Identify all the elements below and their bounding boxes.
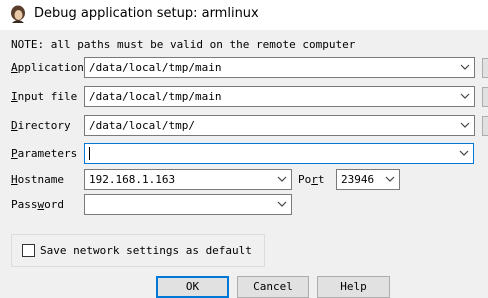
application-value: /data/local/tmp/main	[89, 61, 222, 74]
port-combo[interactable]: 23946	[336, 169, 400, 190]
directory-label: Directory	[11, 119, 71, 132]
chevron-down-icon	[385, 176, 395, 182]
save-settings-checkbox[interactable]	[22, 244, 35, 257]
application-browse-button[interactable]	[482, 58, 488, 78]
cancel-button[interactable]: Cancel	[237, 276, 309, 298]
save-settings-label[interactable]: Save network settings as default	[40, 244, 252, 257]
chevron-down-icon	[460, 93, 470, 99]
port-label: Port	[298, 173, 325, 186]
chevron-down-icon	[460, 122, 470, 128]
chevron-down-icon	[277, 201, 287, 207]
hostname-combo[interactable]: 192.168.1.163	[84, 169, 292, 190]
application-label: Application	[11, 61, 84, 74]
ida-app-icon	[11, 5, 25, 23]
hostname-label: Hostname	[11, 173, 64, 186]
title-bar: Debug application setup: armlinux	[0, 0, 488, 30]
input-file-combo[interactable]: /data/local/tmp/main	[84, 86, 475, 107]
input-file-browse-button[interactable]	[482, 87, 488, 107]
parameters-label: Parameters	[11, 147, 78, 160]
application-combo[interactable]: /data/local/tmp/main	[84, 57, 475, 78]
text-caret	[89, 147, 90, 160]
ok-button[interactable]: OK	[156, 276, 229, 298]
parameters-combo[interactable]	[84, 143, 474, 164]
directory-combo[interactable]: /data/local/tmp/	[84, 115, 475, 136]
hostname-value: 192.168.1.163	[89, 173, 176, 186]
input-file-value: /data/local/tmp/main	[89, 90, 222, 103]
directory-value: /data/local/tmp/	[89, 119, 195, 132]
chevron-down-icon	[459, 150, 469, 156]
chevron-down-icon	[277, 176, 287, 182]
help-button[interactable]: Help	[317, 276, 390, 298]
chevron-down-icon	[460, 64, 470, 70]
note-text: NOTE: all paths must be valid on the rem…	[11, 38, 356, 51]
password-label: Password	[11, 198, 64, 211]
directory-browse-button[interactable]	[482, 116, 488, 136]
window-title: Debug application setup: armlinux	[34, 6, 259, 21]
port-value: 23946	[341, 173, 375, 186]
input-file-label: Input file	[11, 90, 78, 103]
password-combo[interactable]	[84, 194, 292, 215]
